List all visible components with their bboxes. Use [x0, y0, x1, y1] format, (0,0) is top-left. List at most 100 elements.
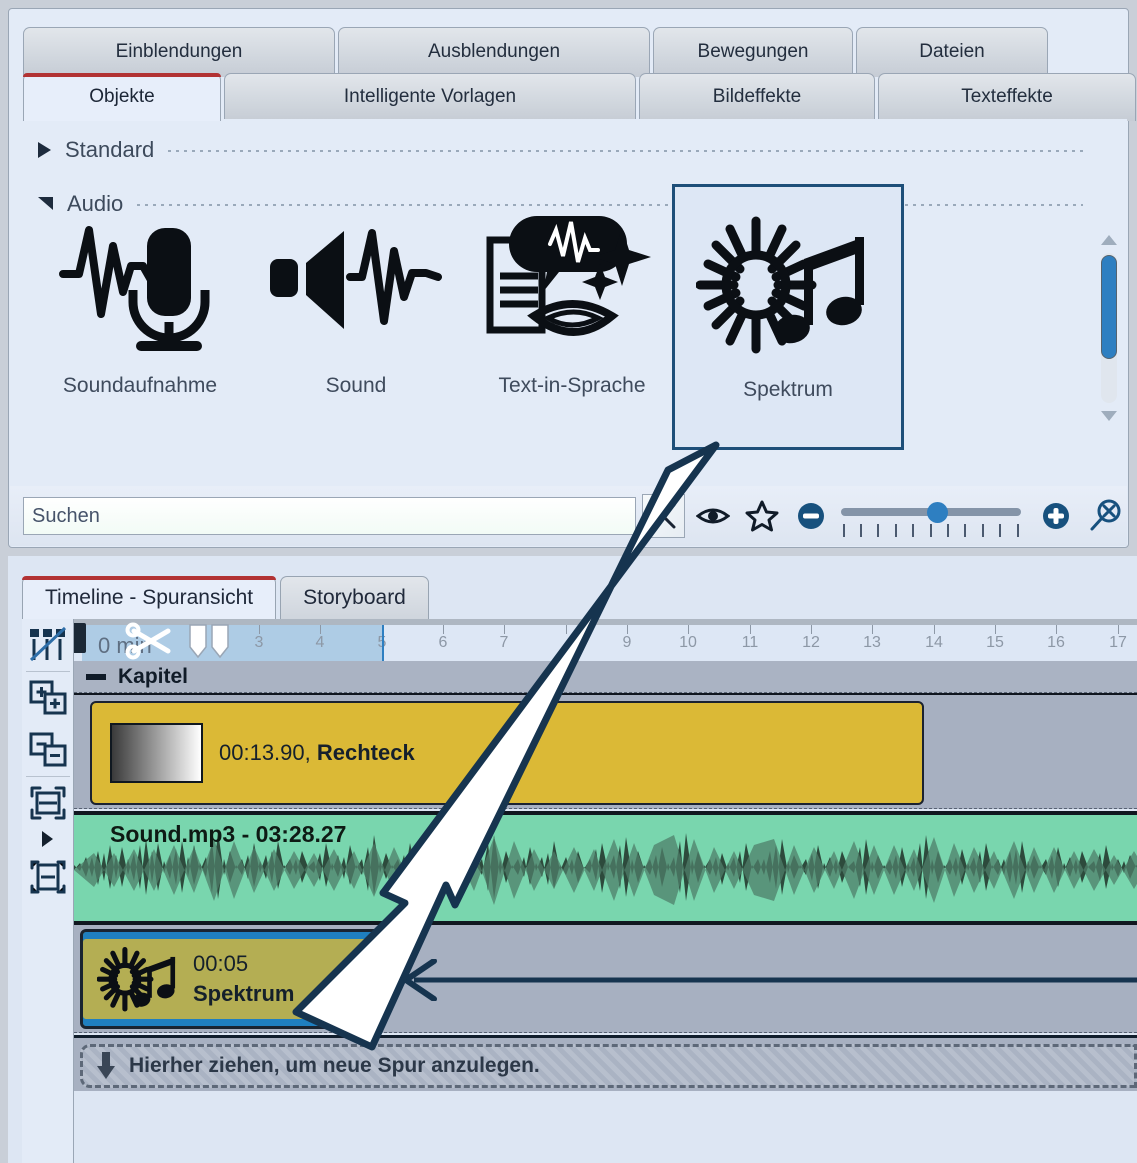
- media-pool-panel: Einblendungen Ausblendungen Bewegungen D…: [8, 8, 1129, 548]
- ruler-label: 6: [439, 634, 448, 652]
- clip-name: Rechteck: [317, 740, 415, 765]
- tab-einblendungen[interactable]: Einblendungen: [23, 27, 335, 77]
- new-track-dropzone[interactable]: Hierher ziehen, um neue Spur anzulegen.: [80, 1044, 1137, 1088]
- spectrum-music-icon: [693, 197, 883, 372]
- item-text-in-sprache[interactable]: Text-in-Sprache: [464, 193, 680, 451]
- track-height-icon[interactable]: [22, 777, 74, 829]
- clip-thumbnail: [110, 723, 203, 783]
- track-row-audio[interactable]: Sound.mp3 - 03:28.27: [74, 811, 1137, 921]
- split-marker-icon[interactable]: [186, 621, 232, 663]
- clip-duration: 00:13.90,: [219, 740, 311, 765]
- media-pool-scrollbar[interactable]: [1097, 231, 1121, 425]
- collapse-minus-icon[interactable]: [86, 674, 106, 680]
- item-label: Text-in-Sprache: [498, 374, 645, 398]
- ruler-ticks: 3 4 5 6 7 9 10 11 12 13 14 15 16 17: [74, 625, 1137, 661]
- clip-name: Sound.mp3 - 03:28.27: [110, 821, 346, 848]
- scroll-down-arrow-icon[interactable]: [1097, 407, 1121, 425]
- ruler-label: 15: [986, 634, 1004, 652]
- top-tab-row-1: Einblendungen Ausblendungen Bewegungen D…: [23, 27, 1118, 77]
- add-track-icon[interactable]: [22, 672, 74, 724]
- track-row-new[interactable]: Hierher ziehen, um neue Spur anzulegen.: [74, 1035, 1137, 1091]
- tool-expand-arrow-icon[interactable]: [42, 831, 53, 847]
- tab-storyboard[interactable]: Storyboard: [280, 576, 429, 619]
- item-soundaufnahme[interactable]: Soundaufnahme: [32, 193, 248, 451]
- top-tab-row-2: Objekte Intelligente Vorlagen Bildeffekt…: [23, 73, 1118, 121]
- new-track-hint-label: Hierher ziehen, um neue Spur anzulegen.: [129, 1054, 540, 1078]
- annotation-arrow-left-icon: [384, 959, 1137, 1001]
- arrow-down-icon: [95, 1051, 117, 1081]
- clip-spektrum[interactable]: 00:05 Spektrum: [80, 929, 385, 1029]
- clip-rechteck[interactable]: 00:13.90, Rechteck: [90, 701, 924, 805]
- tab-label: Einblendungen: [116, 41, 243, 62]
- ruler-label: 16: [1047, 634, 1065, 652]
- track-overview-icon[interactable]: [22, 619, 74, 671]
- ruler-label: 4: [316, 634, 325, 652]
- tab-label: Timeline - Spuransicht: [45, 586, 253, 609]
- tab-dateien[interactable]: Dateien: [856, 27, 1048, 77]
- playhead[interactable]: [382, 625, 384, 661]
- tab-label: Bewegungen: [698, 41, 809, 62]
- tab-texteffekte[interactable]: Texteffekte: [878, 73, 1136, 121]
- remove-track-icon[interactable]: [22, 724, 74, 776]
- chapter-bar[interactable]: Kapitel: [74, 661, 1137, 693]
- item-spektrum[interactable]: Spektrum: [672, 184, 904, 450]
- timeline-ruler[interactable]: 3 4 5 6 7 9 10 11 12 13 14 15 16 17: [74, 619, 1137, 661]
- clip-caption: 00:05 Spektrum: [193, 951, 294, 1007]
- item-sound[interactable]: Sound: [248, 193, 464, 451]
- ruler-label: 3: [255, 634, 264, 652]
- clip-name: Spektrum: [193, 981, 294, 1007]
- item-label: Spektrum: [743, 378, 833, 402]
- clip-caption: 00:13.90, Rechteck: [219, 740, 415, 766]
- dotted-rule: [168, 143, 1083, 157]
- timeline-tool-strip: [22, 619, 74, 1163]
- search-input[interactable]: [23, 497, 636, 535]
- spectrum-music-icon: [97, 943, 183, 1015]
- favorite-button[interactable]: [740, 494, 783, 538]
- tab-label: Ausblendungen: [428, 41, 560, 62]
- clear-search-button[interactable]: [642, 494, 685, 538]
- ruler-label: 9: [623, 634, 632, 652]
- zoom-in-button[interactable]: [1035, 494, 1078, 538]
- zoom-reset-button[interactable]: [1084, 494, 1127, 538]
- ruler-label: 14: [925, 634, 943, 652]
- zoom-slider[interactable]: [841, 494, 1021, 538]
- track-row-video[interactable]: 00:13.90, Rechteck: [74, 693, 1137, 809]
- tab-bewegungen[interactable]: Bewegungen: [653, 27, 853, 77]
- timeline-canvas: 3 4 5 6 7 9 10 11 12 13 14 15 16 17: [74, 619, 1137, 1163]
- zoom-out-button[interactable]: [789, 494, 832, 538]
- scissors-icon[interactable]: [122, 619, 178, 663]
- track-row-spectrum[interactable]: 00:05 Spektrum: [74, 923, 1137, 1033]
- tab-timeline-spuransicht[interactable]: Timeline - Spuransicht: [22, 576, 276, 619]
- ruler-label: 10: [679, 634, 697, 652]
- speaker-waveform-icon: [261, 193, 451, 368]
- tab-label: Objekte: [89, 86, 154, 107]
- chevron-right-icon: [38, 142, 51, 158]
- media-pool-content: Standard Audio: [10, 119, 1127, 487]
- group-label: Standard: [65, 137, 154, 163]
- chapter-label: Kapitel: [118, 665, 188, 689]
- text-to-speech-icon: [477, 193, 667, 368]
- tab-label: Intelligente Vorlagen: [344, 86, 516, 107]
- tab-objekte[interactable]: Objekte: [23, 73, 221, 121]
- tab-label: Storyboard: [303, 586, 406, 609]
- tab-ausblendungen[interactable]: Ausblendungen: [338, 27, 650, 77]
- tab-intelligente-vorlagen[interactable]: Intelligente Vorlagen: [224, 73, 636, 121]
- clip-duration: 00:05: [193, 951, 294, 977]
- clip-sound-mp3[interactable]: Sound.mp3 - 03:28.27: [74, 813, 1137, 923]
- track-fit-icon[interactable]: [22, 851, 74, 903]
- scroll-up-arrow-icon[interactable]: [1097, 231, 1121, 249]
- group-header-standard[interactable]: Standard: [38, 135, 1083, 165]
- tab-label: Bildeffekte: [713, 86, 801, 107]
- preview-toggle-button[interactable]: [691, 494, 734, 538]
- scrollbar-thumb[interactable]: [1101, 255, 1117, 359]
- timeline-tab-row: Timeline - Spuransicht Storyboard: [22, 576, 429, 619]
- media-pool-footer: [10, 486, 1127, 546]
- tab-label: Dateien: [919, 41, 985, 62]
- ruler-label: 13: [863, 634, 881, 652]
- item-label: Soundaufnahme: [63, 374, 217, 398]
- slider-thumb[interactable]: [927, 502, 948, 523]
- timeline-start-marker[interactable]: [74, 623, 86, 653]
- ruler-label: 17: [1109, 634, 1127, 652]
- microphone-waveform-icon: [45, 193, 235, 368]
- tab-bildeffekte[interactable]: Bildeffekte: [639, 73, 875, 121]
